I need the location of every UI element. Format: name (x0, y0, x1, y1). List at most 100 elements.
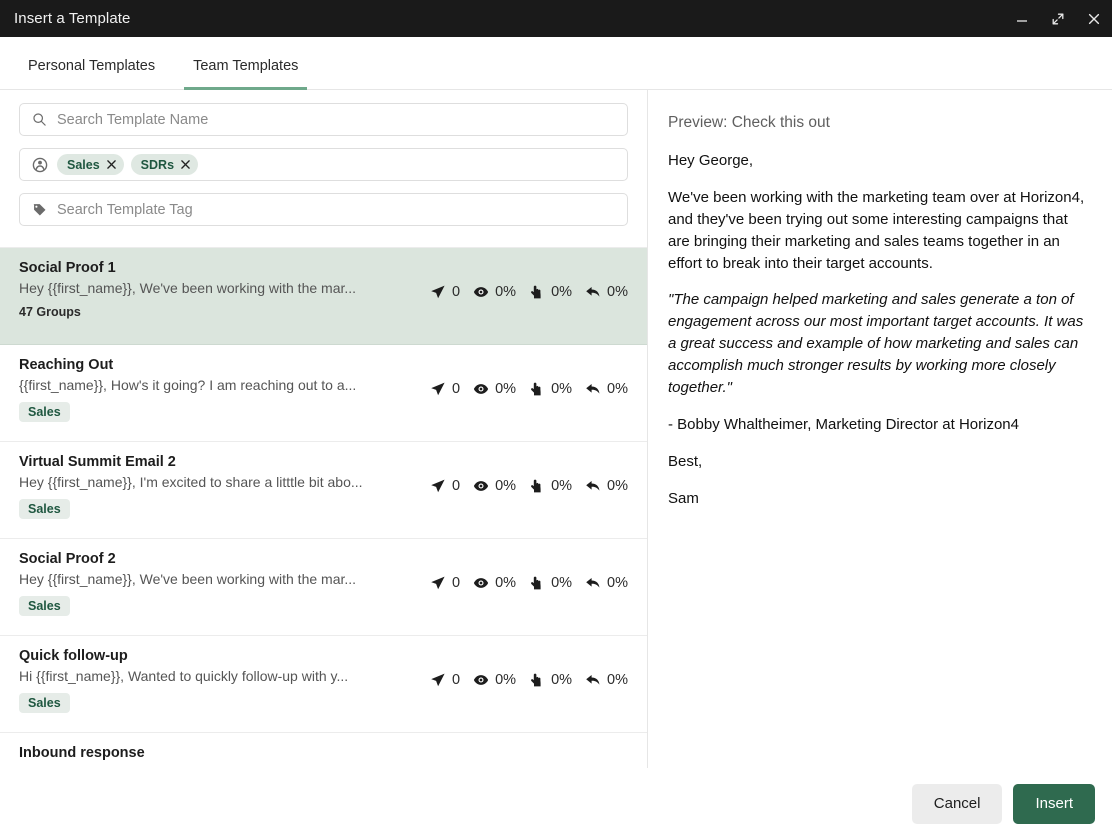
group-chip-label: SDRs (140, 157, 175, 172)
template-row[interactable]: Reaching Out {{first_name}}, How's it goi… (0, 345, 647, 442)
minimize-icon[interactable] (1004, 0, 1040, 37)
stat-sent: 0 (430, 672, 460, 688)
template-stats: 0 0% 0% 0% (430, 648, 628, 688)
template-tag: Sales (19, 596, 70, 616)
insert-button[interactable]: Insert (1013, 783, 1095, 824)
stat-replied-value: 0% (607, 575, 628, 591)
template-row-main: Social Proof 2 Hey {{first_name}}, We've … (19, 551, 430, 616)
sent-icon (430, 381, 446, 397)
remove-chip-icon[interactable] (181, 160, 190, 169)
stat-sent: 0 (430, 478, 460, 494)
template-title: Reaching Out (19, 357, 114, 373)
template-row-main: Inbound response (19, 745, 628, 765)
template-row[interactable]: Quick follow-up Hi {{first_name}}, Wanted… (0, 636, 647, 733)
click-hand-icon (529, 672, 545, 688)
stat-replied: 0% (585, 478, 628, 494)
cancel-button[interactable]: Cancel (911, 783, 1003, 824)
group-filter-field[interactable]: Sales SDRs (19, 148, 628, 181)
template-snippet: Hey {{first_name}}, We've been working w… (19, 280, 357, 296)
search-name-placeholder: Search Template Name (57, 111, 209, 128)
stat-opened-value: 0% (495, 478, 517, 494)
template-row-main: Virtual Summit Email 2 Hey {{first_name}}… (19, 454, 430, 519)
stat-opened-value: 0% (495, 381, 517, 397)
template-meta: Sales (19, 402, 420, 422)
template-stats: 0 0% 0% 0% (430, 260, 628, 300)
stat-replied: 0% (585, 381, 628, 397)
template-title: Social Proof 2 (19, 551, 116, 567)
reply-arrow-icon (585, 575, 601, 591)
tab-personal-templates[interactable]: Personal Templates (19, 58, 164, 90)
stat-replied-value: 0% (607, 672, 628, 688)
template-list[interactable]: Social Proof 1 Hey {{first_name}}, We've … (0, 247, 647, 768)
click-hand-icon (529, 575, 545, 591)
search-tag-placeholder: Search Template Tag (57, 201, 193, 218)
template-snippet: Hey {{first_name}}, We've been working w… (19, 571, 357, 587)
dialog-footer: Cancel Insert (0, 768, 1112, 839)
stat-opened-value: 0% (495, 672, 517, 688)
template-row[interactable]: Social Proof 2 Hey {{first_name}}, We've … (0, 539, 647, 636)
stat-clicked: 0% (529, 381, 572, 397)
click-hand-icon (529, 478, 545, 494)
preview-body: Hey George, We've been working with the m… (668, 150, 1090, 510)
click-hand-icon (529, 381, 545, 397)
template-stats: 0 0% 0% 0% (430, 454, 628, 494)
stat-clicked-value: 0% (551, 284, 573, 300)
template-snippet: Hi {{first_name}}, Wanted to quickly fol… (19, 668, 349, 684)
template-stats: 0 0% 0% 0% (430, 357, 628, 397)
template-snippet: Hey {{first_name}}, I'm excited to share… (19, 474, 363, 490)
reply-arrow-icon (585, 478, 601, 494)
stat-opened-value: 0% (495, 284, 517, 300)
search-tag-field[interactable]: Search Template Tag (19, 193, 628, 226)
search-icon (30, 112, 49, 127)
stat-opened: 0% (473, 575, 516, 591)
window-controls (1004, 0, 1112, 37)
group-people-icon (30, 157, 49, 173)
remove-chip-icon[interactable] (106, 160, 116, 169)
stat-sent-value: 0 (452, 575, 461, 591)
tab-team-templates[interactable]: Team Templates (184, 58, 308, 90)
group-chips: Sales SDRs (57, 154, 199, 175)
stat-replied-value: 0% (607, 284, 628, 300)
preview-paragraph: - Bobby Whaltheimer, Marketing Director … (668, 415, 1019, 433)
template-row[interactable]: Virtual Summit Email 2 Hey {{first_name}}… (0, 442, 647, 539)
stat-opened: 0% (473, 672, 516, 688)
stat-sent-value: 0 (452, 478, 461, 494)
template-list-pane: Search Template Name Sales SDRs Search T… (0, 90, 648, 768)
stat-replied-value: 0% (607, 478, 628, 494)
close-icon[interactable] (1076, 0, 1112, 37)
stat-clicked: 0% (529, 478, 572, 494)
sent-icon (430, 672, 446, 688)
stat-clicked-value: 0% (551, 575, 573, 591)
stat-sent-value: 0 (452, 672, 461, 688)
template-group-count: 47 Groups (19, 305, 81, 319)
template-meta: Sales (19, 693, 420, 713)
stat-opened-value: 0% (495, 575, 517, 591)
template-title: Social Proof 1 (19, 260, 116, 276)
stat-clicked-value: 0% (551, 381, 573, 397)
stat-opened: 0% (473, 478, 516, 494)
maximize-icon[interactable] (1040, 0, 1076, 37)
template-tag: Sales (19, 693, 70, 713)
stat-replied-value: 0% (607, 381, 628, 397)
preview-paragraph: Sam (668, 489, 699, 507)
tag-icon (30, 202, 49, 217)
eye-icon (473, 575, 489, 591)
template-row-main: Social Proof 1 Hey {{first_name}}, We've … (19, 260, 430, 319)
template-row[interactable]: Inbound response (0, 733, 647, 768)
group-chip-sales[interactable]: Sales (57, 154, 124, 175)
reply-arrow-icon (585, 672, 601, 688)
stat-clicked-value: 0% (551, 478, 573, 494)
search-name-field[interactable]: Search Template Name (19, 103, 628, 136)
tab-bar: Personal Templates Team Templates (0, 37, 1112, 90)
preview-paragraph: Best, (668, 452, 703, 470)
stat-clicked: 0% (529, 284, 572, 300)
template-row-main: Quick follow-up Hi {{first_name}}, Wanted… (19, 648, 430, 713)
stat-clicked-value: 0% (551, 672, 573, 688)
insert-template-dialog: Insert a Template Personal Templates Tea… (0, 0, 1112, 839)
template-tag: Sales (19, 499, 70, 519)
stat-replied: 0% (585, 672, 628, 688)
sent-icon (430, 575, 446, 591)
template-row[interactable]: Social Proof 1 Hey {{first_name}}, We've … (0, 248, 647, 345)
template-tag: Sales (19, 402, 70, 422)
group-chip-sdrs[interactable]: SDRs (130, 154, 199, 175)
